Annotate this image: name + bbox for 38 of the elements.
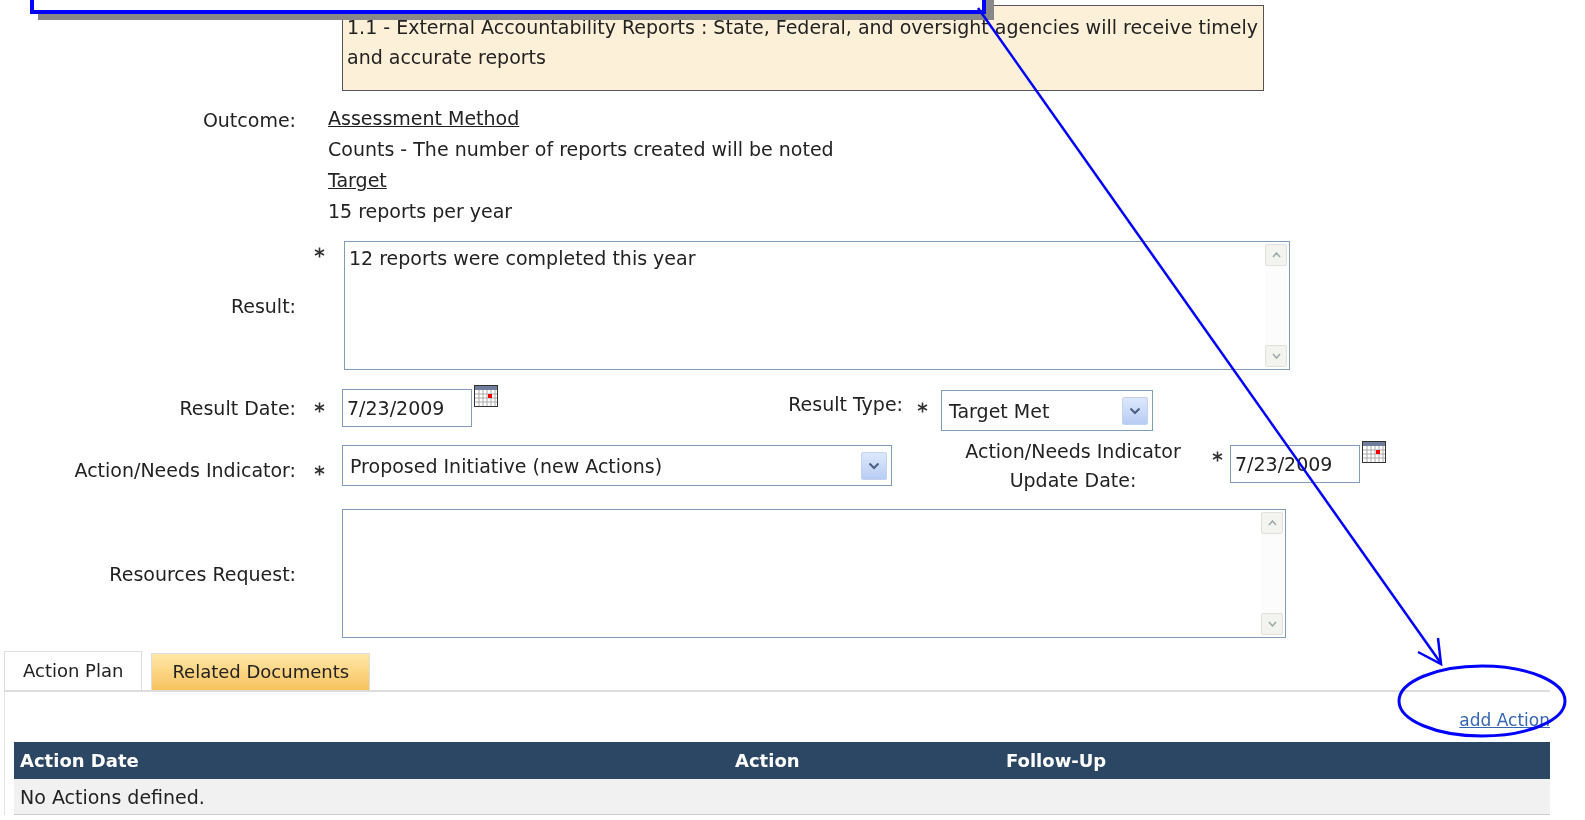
field-label: Action/Needs Indicator: <box>73 459 296 481</box>
chevron-down-icon <box>868 461 880 470</box>
resources-field[interactable] <box>342 509 1286 638</box>
column-header: Action <box>735 750 801 771</box>
field-label: Result Type: <box>787 392 903 415</box>
field-label: Outcome: <box>201 108 296 131</box>
dropdown[interactable]: Proposed Initiative (new Actions) <box>342 445 892 486</box>
section-heading: Target <box>328 168 388 193</box>
chevron-down-icon <box>1129 406 1141 415</box>
scrollbar[interactable] <box>1265 244 1287 367</box>
tab[interactable]: Action Plan <box>4 651 143 690</box>
scroll-down-button[interactable] <box>1261 613 1283 635</box>
tab[interactable]: Related Documents <box>151 653 371 690</box>
result-field[interactable]: 12 reports were completed this year <box>344 241 1290 370</box>
outcome-text: Counts - The number of reports created will be noted <box>328 137 835 162</box>
section-heading: Assessment Method <box>328 106 521 131</box>
calendar-icon[interactable] <box>1362 441 1386 463</box>
caret-down-icon <box>1267 621 1277 627</box>
empty-message: No Actions defined. <box>20 785 205 808</box>
scrollbar[interactable] <box>1261 512 1283 635</box>
scroll-up-button[interactable] <box>1261 512 1283 534</box>
caret-down-icon <box>1271 353 1281 359</box>
outcome-text: 15 reports per year <box>328 199 514 224</box>
caret-up-icon <box>1267 520 1277 526</box>
field-label: Result Date: <box>178 396 296 419</box>
dropdown[interactable]: Target Met <box>941 390 1153 431</box>
column-header: Action Date <box>19 750 140 771</box>
scroll-down-button[interactable] <box>1265 345 1287 367</box>
field-label: Action/Needs Indicator Update Date: <box>964 439 1182 493</box>
date-field[interactable]: 7/23/2009 <box>342 388 472 427</box>
calendar-icon[interactable] <box>474 384 498 407</box>
column-header: Follow-Up <box>1006 750 1107 771</box>
field-value: 12 reports were completed this year <box>348 246 697 271</box>
caret-up-icon <box>1271 252 1281 258</box>
field-label: Resources Request: <box>108 562 296 585</box>
field-label: Result: <box>229 294 296 317</box>
add-action-link[interactable]: add Action <box>1459 710 1550 730</box>
scroll-up-button[interactable] <box>1265 244 1287 266</box>
